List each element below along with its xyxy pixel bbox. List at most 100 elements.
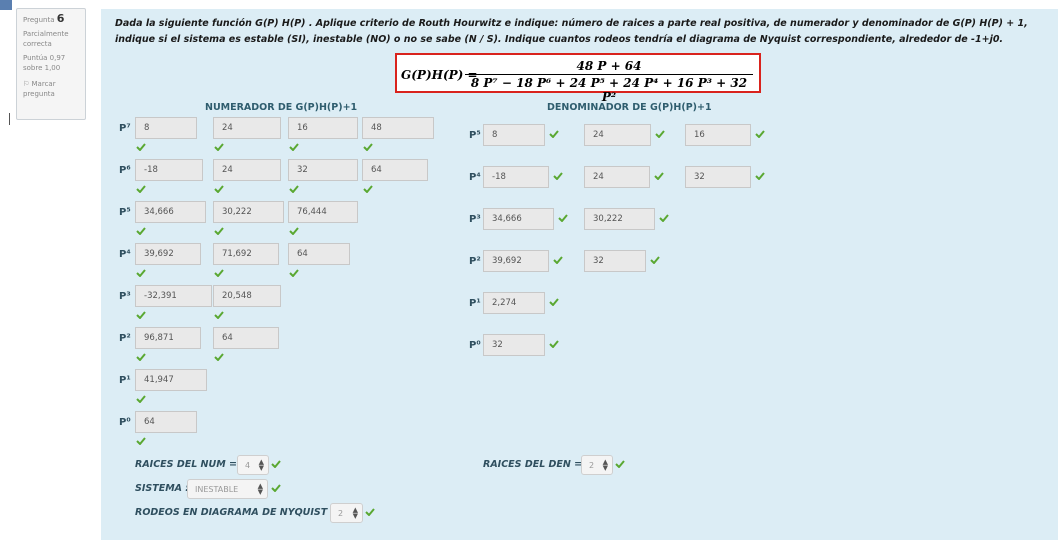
select-arrows-icon: ▲ ▼ (258, 458, 264, 472)
numerator-row-label: P⁶ (119, 165, 131, 176)
routh-cell-input[interactable]: 30,222 (213, 201, 284, 223)
routh-cell-input[interactable]: 39,692 (483, 250, 549, 272)
routh-cell-input[interactable]: 96,871 (135, 327, 201, 349)
check-icon (654, 172, 666, 182)
routh-cell-input[interactable]: 32 (685, 166, 751, 188)
raices-den-value: 2 (589, 461, 595, 470)
check-icon (136, 395, 148, 405)
routh-cell-input[interactable]: 71,692 (213, 243, 279, 265)
check-icon (136, 143, 148, 153)
routh-cell-input[interactable]: 32 (483, 334, 545, 356)
check-icon (136, 227, 148, 237)
check-icon (136, 269, 148, 279)
check-icon (136, 437, 148, 447)
check-icon (136, 185, 148, 195)
numerator-row-label: P⁴ (119, 249, 131, 260)
sistema-select[interactable]: INESTABLE ▲ ▼ (187, 479, 268, 499)
text-cursor (9, 113, 10, 125)
question-content: Dada la siguiente función G(P) H(P) . Ap… (101, 9, 1058, 540)
routh-cell-input[interactable]: -18 (483, 166, 549, 188)
check-icon (214, 227, 226, 237)
routh-cell-input[interactable]: -18 (135, 159, 203, 181)
window-corner (0, 0, 12, 10)
question-number: Pregunta 6 (23, 13, 85, 25)
routh-cell-input[interactable]: 8 (483, 124, 545, 146)
formula-numerator: 48 P + 64 (576, 59, 642, 73)
check-icon (655, 130, 667, 140)
select-arrows-icon: ▲ ▼ (352, 506, 358, 520)
routh-cell-input[interactable]: 64 (288, 243, 350, 265)
rodeos-select[interactable]: 2 ▲ ▼ (330, 503, 363, 523)
routh-cell-input[interactable]: 41,947 (135, 369, 207, 391)
check-icon (214, 269, 226, 279)
flag-icon: ⚐ (23, 80, 30, 88)
check-icon (558, 214, 570, 224)
routh-cell-input[interactable]: 34,666 (135, 201, 206, 223)
denominator-row-label: P⁰ (469, 340, 481, 351)
check-icon (650, 256, 662, 266)
denominator-row-label: P³ (469, 214, 481, 225)
raices-den-select[interactable]: 2 ▲ ▼ (581, 455, 613, 475)
routh-cell-input[interactable]: 24 (213, 117, 281, 139)
routh-cell-input[interactable]: 48 (362, 117, 434, 139)
raices-num-label: RAICES DEL NUM = (135, 459, 237, 470)
routh-cell-input[interactable]: 32 (288, 159, 358, 181)
check-icon (289, 227, 301, 237)
question-score: Puntúa 0,97 sobre 1,00 (23, 54, 66, 72)
check-icon (214, 143, 226, 153)
routh-cell-input[interactable]: 32 (584, 250, 646, 272)
check-icon (755, 130, 767, 140)
routh-cell-input[interactable]: -32,391 (135, 285, 212, 307)
check-icon (271, 484, 283, 494)
numerator-row-label: P¹ (119, 375, 131, 386)
denominator-row-label: P² (469, 256, 481, 267)
flag-question-link[interactable]: ⚐ Marcar pregunta (23, 79, 85, 99)
rodeos-value: 2 (338, 509, 344, 518)
check-icon (615, 460, 627, 470)
sistema-label: SISTEMA : (135, 483, 190, 494)
check-icon (365, 508, 377, 518)
numerator-row-label: P³ (119, 291, 131, 302)
select-arrows-icon: ▲ ▼ (602, 458, 608, 472)
routh-cell-input[interactable]: 64 (135, 411, 197, 433)
raices-num-value: 4 (245, 461, 251, 470)
routh-cell-input[interactable]: 24 (213, 159, 281, 181)
routh-cell-input[interactable]: 64 (213, 327, 279, 349)
question-text: Dada la siguiente función G(P) H(P) . Ap… (115, 18, 1028, 45)
routh-cell-input[interactable]: 34,666 (483, 208, 554, 230)
check-icon (289, 185, 301, 195)
routh-cell-input[interactable]: 76,444 (288, 201, 358, 223)
routh-cell-input[interactable]: 16 (288, 117, 358, 139)
numerator-row-label: P⁷ (119, 123, 131, 134)
question-info-panel: Pregunta 6 Parcialmente correcta Puntúa … (16, 8, 86, 120)
question-label: Pregunta (23, 16, 55, 24)
numerator-row-label: P⁵ (119, 207, 131, 218)
sistema-value: INESTABLE (195, 485, 239, 494)
check-icon (363, 185, 375, 195)
check-icon (214, 185, 226, 195)
routh-cell-input[interactable]: 24 (584, 124, 651, 146)
check-icon (553, 172, 565, 182)
check-icon (755, 172, 767, 182)
raices-den-label: RAICES DEL DEN = (483, 459, 583, 470)
check-icon (289, 269, 301, 279)
routh-cell-input[interactable]: 2,274 (483, 292, 545, 314)
select-arrows-icon: ▲ ▼ (257, 482, 263, 496)
routh-cell-input[interactable]: 39,692 (135, 243, 201, 265)
numerator-row-label: P⁰ (119, 417, 131, 428)
check-icon (549, 340, 561, 350)
raices-num-select[interactable]: 4 ▲ ▼ (237, 455, 269, 475)
check-icon (289, 143, 301, 153)
formula-fraction-bar (465, 74, 753, 75)
routh-cell-input[interactable]: 20,548 (213, 285, 281, 307)
routh-cell-input[interactable]: 24 (584, 166, 650, 188)
check-icon (271, 460, 283, 470)
numerator-row-label: P² (119, 333, 131, 344)
routh-cell-input[interactable]: 8 (135, 117, 197, 139)
check-icon (549, 130, 561, 140)
check-icon (214, 311, 226, 321)
routh-cell-input[interactable]: 30,222 (584, 208, 655, 230)
routh-cell-input[interactable]: 16 (685, 124, 751, 146)
check-icon (136, 311, 148, 321)
routh-cell-input[interactable]: 64 (362, 159, 428, 181)
